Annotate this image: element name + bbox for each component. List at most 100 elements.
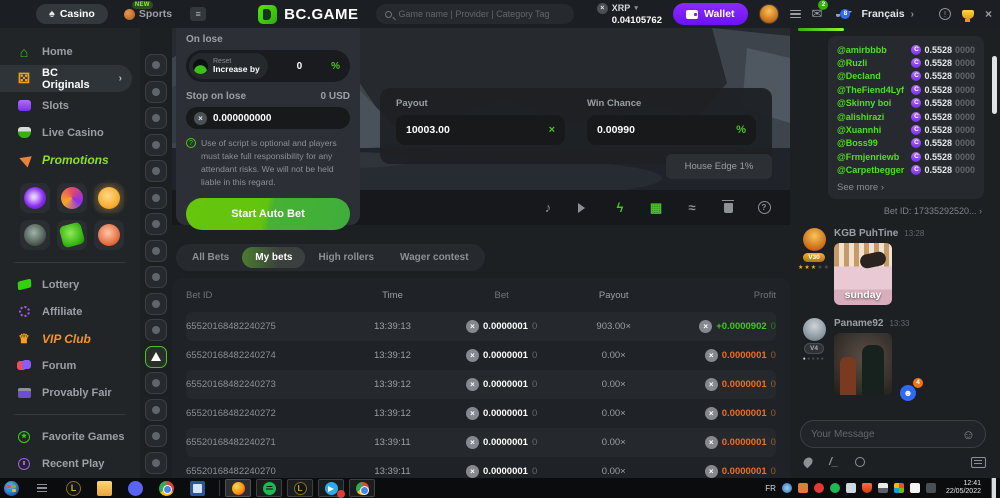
emoji-reaction[interactable]: ☻ 4 <box>900 385 916 401</box>
telegram-taskbar-button[interactable] <box>318 479 344 497</box>
payout-input[interactable]: 10003.00 × <box>396 115 565 145</box>
keyboard-language[interactable]: FR <box>765 484 776 493</box>
nav-menu-button[interactable]: ≡ <box>190 7 206 21</box>
sidebar-item-favorite-games[interactable]: ★ Favorite Games <box>0 423 140 450</box>
chrome-icon[interactable] <box>159 481 174 496</box>
game-shortcut-icon[interactable] <box>145 240 167 262</box>
tab-all-bets[interactable]: All Bets <box>179 247 242 268</box>
bets-list-icon[interactable] <box>790 10 801 19</box>
discord-icon[interactable] <box>128 481 143 496</box>
tip-row[interactable]: @Boss99C0.55280000 <box>837 137 975 150</box>
sidebar-item-home[interactable]: ⌂ Home <box>0 38 140 65</box>
sports-toggle[interactable]: NEW Sports <box>124 8 172 20</box>
help-icon[interactable]: ? <box>756 201 772 214</box>
close-icon[interactable]: × <box>985 7 992 21</box>
start-auto-bet-button[interactable]: Start Auto Bet <box>186 198 350 230</box>
message-input[interactable] <box>811 429 962 440</box>
tip-row[interactable]: @amirbbbbC0.55280000 <box>837 43 975 56</box>
game-shortcut-icon[interactable] <box>145 452 167 474</box>
tray-opera-icon[interactable] <box>814 483 824 493</box>
turbo-icon[interactable]: ϟ <box>612 200 628 215</box>
coin-icon[interactable] <box>855 457 865 467</box>
sidebar-item-forum[interactable]: Forum <box>0 352 140 379</box>
game-shortcut-icon[interactable] <box>145 399 167 421</box>
game-shortcut-icon[interactable] <box>145 266 167 288</box>
chat-gif-sunday[interactable]: sunday <box>834 243 892 305</box>
hotkeys-icon[interactable]: ▦ <box>648 200 664 216</box>
tray-spotify-icon[interactable] <box>830 483 840 493</box>
sidebar-item-lottery[interactable]: Lottery <box>0 271 140 298</box>
stop-on-lose-input[interactable]: × 0.000000000 <box>186 107 350 129</box>
commands-icon[interactable]: /_ <box>829 456 838 468</box>
tip-row[interactable]: @FrmjenriewbC0.55280000 <box>837 150 975 163</box>
tray-volume-icon[interactable] <box>846 483 856 493</box>
tray-windows-icon[interactable] <box>894 483 904 493</box>
tab-wager-contest[interactable]: Wager contest <box>387 247 482 268</box>
show-desktop-button[interactable] <box>991 478 996 498</box>
lucky-spin-icon[interactable] <box>20 183 50 213</box>
game-shortcut-icon[interactable] <box>145 372 167 394</box>
table-row[interactable]: 65520168482240270 13:39:11 ×0.00000010 0… <box>186 457 776 478</box>
info-icon[interactable]: ! <box>939 8 951 20</box>
file-explorer-icon[interactable] <box>97 481 112 496</box>
firefox-taskbar-button[interactable] <box>225 479 251 497</box>
lol-taskbar-button[interactable]: L <box>287 479 313 497</box>
coindrop-icon[interactable] <box>94 220 124 250</box>
taskbar-clock[interactable]: 12:41 22/05/2022 <box>942 480 985 497</box>
tip-row[interactable]: @RuzliC0.55280000 <box>837 56 975 69</box>
tab-high-rollers[interactable]: High rollers <box>305 247 387 268</box>
coupon-tag-icon[interactable] <box>57 220 87 250</box>
table-row[interactable]: 65520168482240275 13:39:13 ×0.00000010 9… <box>186 312 776 341</box>
win-chance-input[interactable]: 0.00990 % <box>587 115 756 145</box>
music-icon[interactable]: ♪ <box>540 200 556 215</box>
league-of-legends-icon[interactable]: L <box>66 481 81 496</box>
chat-scrollbar[interactable] <box>992 56 997 114</box>
game-shortcut-icon[interactable] <box>145 54 167 76</box>
bc-game-logo[interactable]: BC.GAME <box>258 5 358 24</box>
sidebar-item-provably-fair[interactable]: Provably Fair <box>0 379 140 406</box>
game-shortcut-icon[interactable] <box>145 81 167 103</box>
avatar[interactable] <box>803 318 826 341</box>
reset-increase-toggle[interactable]: Reset Increase by <box>189 53 268 79</box>
chrome-taskbar-button[interactable] <box>349 479 375 497</box>
task-view-icon[interactable] <box>35 481 50 496</box>
tray-app-icon[interactable] <box>926 483 936 493</box>
message-username[interactable]: Paname92 <box>834 318 883 329</box>
casino-toggle[interactable]: ♠ Casino <box>36 4 108 24</box>
chat-bet-id-link[interactable]: Bet ID: 17335292520... › <box>884 206 982 216</box>
game-shortcut-icon[interactable] <box>145 187 167 209</box>
emoji-picker-icon[interactable]: ☺ <box>962 427 975 442</box>
game-shortcut-icon[interactable] <box>145 293 167 315</box>
chat-gif-movie[interactable] <box>834 333 892 395</box>
chat-rules-icon[interactable] <box>971 457 986 468</box>
spotify-taskbar-button[interactable] <box>256 479 282 497</box>
sound-icon[interactable] <box>576 203 592 213</box>
tip-row[interactable]: @Skinny boiC0.55280000 <box>837 97 975 110</box>
message-username[interactable]: KGB PuhTine <box>834 228 898 239</box>
tip-row[interactable]: @DeclandC0.55280000 <box>837 70 975 83</box>
game-shortcut-icon[interactable] <box>145 213 167 235</box>
sidebar-item-promotions[interactable]: Promotions <box>0 146 140 173</box>
game-shortcut-icon[interactable] <box>145 134 167 156</box>
rocket-promo-icon[interactable] <box>20 220 50 250</box>
tab-my-bets[interactable]: My bets <box>242 247 305 268</box>
game-shortcut-icon-active-rocket[interactable] <box>145 346 167 368</box>
mail-button[interactable]: ✉ 2 <box>812 5 823 23</box>
see-more-link[interactable]: See more › <box>837 182 975 193</box>
game-shortcut-icon[interactable] <box>145 319 167 341</box>
start-button[interactable] <box>4 481 19 496</box>
table-row[interactable]: 65520168482240272 13:39:12 ×0.00000010 0… <box>186 399 776 428</box>
table-row[interactable]: 65520168482240273 13:39:12 ×0.00000010 0… <box>186 370 776 399</box>
tray-flag-icon[interactable] <box>910 483 920 493</box>
game-shortcut-icon[interactable] <box>145 425 167 447</box>
trophy-icon[interactable] <box>962 10 974 19</box>
search-input[interactable] <box>398 9 565 19</box>
increase-value-input[interactable]: 0 <box>268 61 331 72</box>
sidebar-item-affiliate[interactable]: Affiliate <box>0 298 140 325</box>
sidebar-item-live-casino[interactable]: Live Casino <box>0 119 140 146</box>
wallet-button[interactable]: Wallet <box>673 3 748 25</box>
piggy-bank-icon[interactable] <box>94 183 124 213</box>
avatar[interactable] <box>803 228 826 251</box>
sidebar-item-recent-play[interactable]: Recent Play <box>0 450 140 477</box>
tip-row[interactable]: @XuannhiC0.55280000 <box>837 123 975 136</box>
